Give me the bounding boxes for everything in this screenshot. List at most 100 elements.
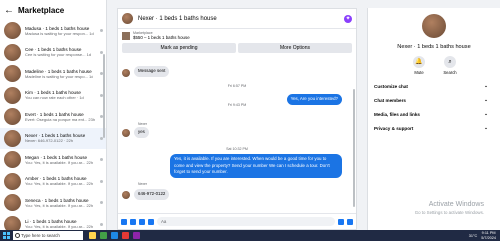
thread-item[interactable]: Madusa · 1 beds 1 baths house Madusa is … [0, 20, 106, 42]
customize-chat-row[interactable]: Customize chat ⌄ [374, 81, 488, 91]
message-bubble: Message sent [134, 66, 170, 77]
chevron-down-icon: ⌄ [484, 125, 488, 130]
thread-preview: Evert: Oseguia na porque ma ent... 23h [25, 116, 96, 122]
marketplace-sidebar: ← Marketplace Madusa · 1 beds 1 baths ho… [0, 0, 107, 230]
thread-info: Megan · 1 beds 1 baths house You: Yes, i… [25, 155, 93, 165]
chrome-icon[interactable] [100, 232, 107, 239]
thread-preview: You: Yes, it is available. If you ar... … [25, 224, 94, 230]
sidebar-scrollbar[interactable] [102, 54, 105, 138]
media-files-row[interactable]: Media, files and links ⌄ [374, 109, 488, 119]
avatar [122, 69, 130, 77]
details-panel: Nexer · 1 beds 1 baths house 🔔 ⌕ Mute Se… [367, 8, 500, 230]
chevron-down-icon: ⌄ [484, 97, 488, 102]
thread-preview: You: Yes, it is available. If you ar... … [25, 202, 94, 208]
avatar [4, 194, 21, 212]
thread-item[interactable]: Kim · 1 beds 1 baths house You can now r… [0, 85, 106, 107]
clock[interactable]: 9:11 PM 5/7/2024 [481, 231, 496, 240]
thread-item[interactable]: Amber · 1 beds 1 baths house You: Yes, i… [0, 171, 106, 193]
avatar [122, 129, 130, 137]
message-input[interactable]: Aa [157, 217, 335, 226]
status-dot [100, 29, 103, 32]
messenger-icon[interactable]: ✦ [344, 15, 352, 23]
sender-name: Nexer [138, 122, 148, 126]
emoji-icon[interactable] [338, 218, 344, 225]
sender-name: Nexer [138, 182, 148, 186]
thread-info: Madeline · 1 beds 1 baths house Madeline… [25, 69, 93, 79]
avatar [4, 151, 21, 169]
message-bubble: Yes, it is available. If you are interes… [170, 154, 342, 178]
avatar [4, 43, 21, 61]
thread-item[interactable]: Cee · 1 beds 1 baths house Cee is waitin… [0, 42, 106, 64]
more-options-button[interactable]: More Options [238, 43, 352, 53]
chat-scrollbar[interactable] [353, 89, 355, 207]
avatar [122, 191, 130, 199]
system-tray: 31°C 9:11 PM 5/7/2024 [469, 230, 496, 241]
listing-info: Marketplace $550 – 1 beds 1 baths house [118, 29, 356, 42]
thread-item[interactable]: Evert · 1 beds 1 baths house Evert: Oseg… [0, 106, 106, 128]
avatar[interactable] [122, 13, 133, 24]
thread-item[interactable]: Li · 1 beds 1 baths house You: Yes, it i… [0, 214, 106, 230]
edge-icon[interactable] [111, 232, 118, 239]
sidebar-title: Marketplace [18, 5, 65, 15]
chat-panel: Nexer · 1 beds 1 baths house ✦ Marketpla… [117, 8, 357, 230]
status-dot [100, 179, 103, 183]
privacy-support-row[interactable]: Privacy & support ⌄ [374, 123, 488, 133]
thread-preview: You: Yes, it is available. If you ar... … [25, 159, 94, 165]
message-list: Message sent Fri 6:57 PM Fri 9:43 PM Yes… [118, 65, 356, 212]
taskbar-search-input[interactable]: Type here to search [13, 231, 83, 240]
chevron-down-icon: ⌄ [484, 83, 488, 88]
thread-item[interactable]: Madeline · 1 beds 1 baths house Madeline… [0, 63, 106, 85]
listing-title[interactable]: $550 – 1 beds 1 baths house [133, 35, 190, 40]
avatar [4, 108, 21, 126]
message-bubble: Yes, Are you interested? [286, 94, 342, 105]
thread-preview: You: Yes, it is available. If you ar... … [25, 181, 94, 187]
gif-icon[interactable] [148, 218, 154, 225]
image-icon[interactable] [130, 218, 136, 225]
row-label: Privacy & support [374, 125, 414, 131]
thread-preview: Madusa is waiting for your respon... 1d [25, 30, 94, 36]
status-dot [100, 50, 103, 54]
listing-thumbnail[interactable] [122, 31, 130, 40]
contact-name: Nexer · 1 beds 1 baths house [397, 44, 471, 50]
app-icon[interactable] [122, 232, 129, 239]
composer: Aa [118, 213, 356, 229]
thread-preview: Cee is waiting for your response... 1d [25, 52, 92, 58]
time: 9:11 PM [481, 230, 496, 235]
sidebar-header: ← Marketplace [0, 0, 106, 20]
chat-members-row[interactable]: Chat members ⌄ [374, 95, 488, 105]
date: 5/7/2024 [481, 235, 496, 240]
file-explorer-icon[interactable] [89, 232, 96, 239]
sticker-icon[interactable] [139, 218, 145, 225]
chat-title[interactable]: Nexer · 1 beds 1 baths house [138, 16, 217, 22]
avatar[interactable] [422, 14, 446, 38]
thread-info: Amber · 1 beds 1 baths house You: Yes, i… [25, 176, 93, 186]
thread-info: Kim · 1 beds 1 baths house You can now r… [25, 90, 84, 100]
status-dot [100, 158, 103, 161]
back-arrow-icon[interactable]: ← [4, 5, 14, 16]
avatar [4, 86, 21, 104]
row-label: Media, files and links [374, 111, 420, 117]
plus-icon[interactable] [121, 218, 127, 225]
search-icon[interactable]: ⌕ [444, 56, 456, 68]
avatar [4, 172, 21, 190]
windows-taskbar: Type here to search 31°C 9:11 PM 5/7/202… [0, 230, 500, 241]
app-icon[interactable] [133, 232, 140, 239]
windows-start-icon[interactable] [2, 231, 11, 240]
mute-label: Mute [414, 70, 424, 75]
thread-item[interactable]: Megan · 1 beds 1 baths house You: Yes, i… [0, 149, 106, 171]
like-icon[interactable] [347, 218, 353, 225]
avatar [4, 65, 21, 83]
mark-pending-button[interactable]: Mark as pending [122, 43, 236, 53]
timestamp: Fri 6:57 PM [227, 84, 247, 88]
chat-header: Nexer · 1 beds 1 baths house ✦ [118, 9, 356, 29]
thread-item[interactable]: Nexer · 1 beds 1 baths house Nexer: 646-… [0, 127, 106, 149]
status-dot [100, 201, 103, 204]
message-bubble: yes [134, 127, 149, 138]
thread-preview: You can now rate each other · 1d [25, 95, 84, 101]
avatar [4, 22, 21, 40]
weather-temp[interactable]: 31°C [469, 234, 477, 238]
thread-item[interactable]: Seneca · 1 beds 1 baths house You: Yes, … [0, 192, 106, 214]
row-label: Chat members [374, 97, 406, 103]
bell-icon[interactable]: 🔔 [413, 56, 425, 68]
thread-info: Madusa · 1 beds 1 baths house Madusa is … [25, 26, 94, 36]
